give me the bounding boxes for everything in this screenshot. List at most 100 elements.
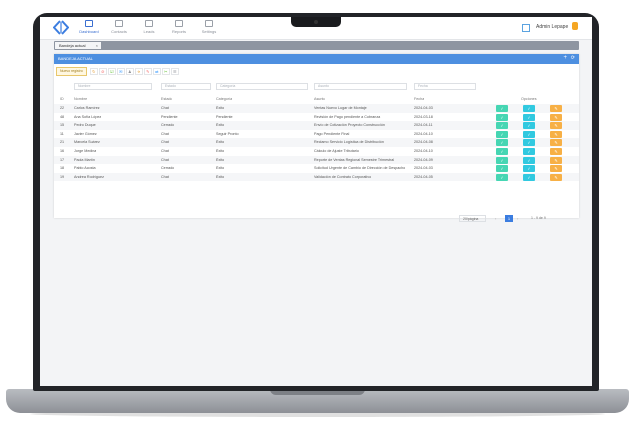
nav-item-contacts[interactable]: Contacts [104, 20, 134, 34]
edit-icon: ✎ [554, 149, 558, 154]
table-row[interactable]: 48 Ana Sofía López Pendiente Pendiente Revis… [54, 113, 579, 122]
nav-label: Leads [143, 29, 155, 34]
table-row[interactable]: 16 Jorge Medina Chat Éxito Cálculo de Ajuste… [54, 147, 579, 156]
cell-nombre: Pablo Acosta [74, 166, 96, 171]
toolbar-button-icon[interactable]: ✉ [116, 67, 125, 75]
fullscreen-icon[interactable] [522, 24, 530, 32]
toolbar-button-icon[interactable]: ⇄ [152, 67, 161, 75]
toolbar-button-icon[interactable]: ✎ [143, 67, 152, 75]
edit-button[interactable]: ✎ [550, 173, 562, 181]
toolbar-button-icon[interactable]: ☑ [107, 67, 116, 75]
table-row[interactable]: 17 Paola Martín Chat Éxito Reporte de Ventas… [54, 155, 579, 165]
cell-id: 15 [60, 123, 65, 128]
toolbar-button-icon[interactable]: ☰ [170, 67, 179, 75]
toolbar-button-icon[interactable]: ⟡ [134, 67, 143, 75]
edit-button[interactable]: ✎ [550, 105, 562, 112]
prev-page-icon[interactable]: ‹ [495, 216, 496, 221]
next-page-icon[interactable]: › [517, 216, 518, 221]
cell-categoria: Éxito [216, 123, 225, 128]
check-button[interactable]: ✓ [523, 139, 535, 147]
edit-button[interactable]: ✎ [550, 148, 562, 155]
nav-item-leads[interactable]: Leads [134, 20, 164, 34]
cell-categoria: Éxito [216, 166, 225, 171]
table-row[interactable]: 22 Carlos Ramírez Chat Éxito Ventas Nuevo Lu… [54, 104, 579, 113]
tab-bandeja-actual[interactable]: Bandeja actual × [55, 42, 101, 49]
table-row[interactable]: 11 Javier Gómez Chat Seguir Pronto Pago Pend… [54, 130, 579, 139]
toolbar-button-icon[interactable]: ♟ [125, 67, 134, 75]
check-button[interactable]: ✓ [523, 148, 535, 155]
filter-nombre[interactable]: Nombre [74, 83, 152, 90]
toolbar-button-icon[interactable]: ↻ [89, 67, 98, 75]
approve-button[interactable]: ✓ [496, 105, 508, 112]
check-button[interactable]: ✓ [523, 113, 535, 121]
page-size-select[interactable]: 20/página [459, 215, 486, 222]
check-icon: ✓ [527, 114, 531, 120]
filter-asunto[interactable]: Asunto [314, 83, 407, 90]
edit-button[interactable]: ✎ [550, 156, 562, 164]
new-record-button[interactable]: Nuevo registro [56, 66, 87, 76]
approve-button[interactable]: ✓ [496, 113, 508, 121]
filter-fecha[interactable]: Fecha [414, 83, 476, 90]
refresh-icon[interactable]: ⟳ [571, 55, 575, 62]
close-icon[interactable]: × [96, 42, 98, 49]
edit-icon: ✎ [554, 123, 558, 129]
col-estado[interactable]: Estado [161, 97, 172, 101]
approve-button[interactable]: ✓ [496, 165, 508, 173]
filter-row: Nombre Estado Categoría Asunto Fecha [54, 83, 579, 91]
edit-button[interactable]: ✎ [550, 165, 562, 173]
col-id[interactable]: ID [60, 97, 64, 101]
page-number-current[interactable]: 1 [505, 215, 513, 222]
toolbar-button-icon[interactable]: ⊘ [98, 67, 107, 75]
nav-item-reports[interactable]: Reports [164, 20, 194, 34]
cell-fecha: 2024-04-09 [414, 157, 433, 162]
col-categoria[interactable]: Categoría [216, 97, 232, 101]
table-row[interactable]: 21 Marcela Suárez Chat Éxito Reclamo Servici… [54, 138, 579, 147]
check-button[interactable]: ✓ [523, 105, 535, 112]
filter-estado[interactable]: Estado [161, 83, 211, 90]
table-row[interactable]: 19 Andrea Rodríguez Chat Éxito Validación de… [54, 172, 579, 182]
cell-id: 16 [60, 149, 65, 153]
cell-estado: Pendiente [161, 114, 178, 119]
check-icon: ✓ [500, 149, 504, 154]
cell-categoria: Seguir Pronto [216, 131, 239, 136]
check-button[interactable]: ✓ [523, 165, 535, 173]
approve-button[interactable]: ✓ [496, 173, 508, 181]
col-fecha[interactable]: Fecha [414, 97, 424, 101]
cell-fecha: 2024-04-03 [414, 166, 433, 171]
nav-label: Settings [201, 29, 217, 34]
add-icon[interactable]: + [563, 55, 567, 62]
table-row[interactable]: 18 Pablo Acosta Cerrado Éxito Solicitud Urge… [54, 164, 579, 173]
user-name[interactable]: Admin Lepape [536, 24, 568, 30]
cell-id: 22 [60, 106, 65, 110]
cell-fecha: 2024-04-08 [414, 140, 433, 145]
edit-icon: ✎ [554, 106, 558, 111]
edit-icon: ✎ [554, 174, 558, 180]
cell-nombre: Paola Martín [74, 157, 95, 162]
edit-button[interactable]: ✎ [550, 130, 562, 138]
check-button[interactable]: ✓ [523, 173, 535, 181]
approve-button[interactable]: ✓ [496, 156, 508, 164]
toolbar: Nuevo registro ↻ ⊘ ☑ ✉ ♟ ⟡ ✎ ⇄ ✂ ☰ [56, 66, 180, 76]
approve-button[interactable]: ✓ [496, 130, 508, 138]
pagination-info: 1 - 9 de 9 [531, 216, 546, 220]
table-row[interactable]: 15 Pedro Duque Cerrado Éxito Envío de Cotiza… [54, 121, 579, 130]
check-icon: ✓ [527, 157, 531, 163]
check-button[interactable]: ✓ [523, 122, 535, 130]
filter-categoria[interactable]: Categoría [216, 83, 308, 90]
approve-button[interactable]: ✓ [496, 122, 508, 130]
edit-button[interactable]: ✎ [550, 122, 562, 130]
col-asunto[interactable]: Asunto [314, 97, 325, 101]
col-nombre[interactable]: Nombre [74, 97, 87, 101]
toolbar-button-icon[interactable]: ✂ [161, 67, 170, 75]
cell-nombre: Jorge Medina [74, 149, 97, 153]
nav-item-settings[interactable]: Settings [194, 20, 224, 34]
nav-item-dashboard[interactable]: Dashboard [74, 20, 104, 34]
check-button[interactable]: ✓ [523, 130, 535, 138]
cell-id: 17 [60, 157, 65, 162]
approve-button[interactable]: ✓ [496, 139, 508, 147]
check-button[interactable]: ✓ [523, 156, 535, 164]
edit-button[interactable]: ✎ [550, 113, 562, 121]
user-avatar[interactable] [572, 22, 578, 30]
edit-button[interactable]: ✎ [550, 139, 562, 147]
approve-button[interactable]: ✓ [496, 148, 508, 155]
